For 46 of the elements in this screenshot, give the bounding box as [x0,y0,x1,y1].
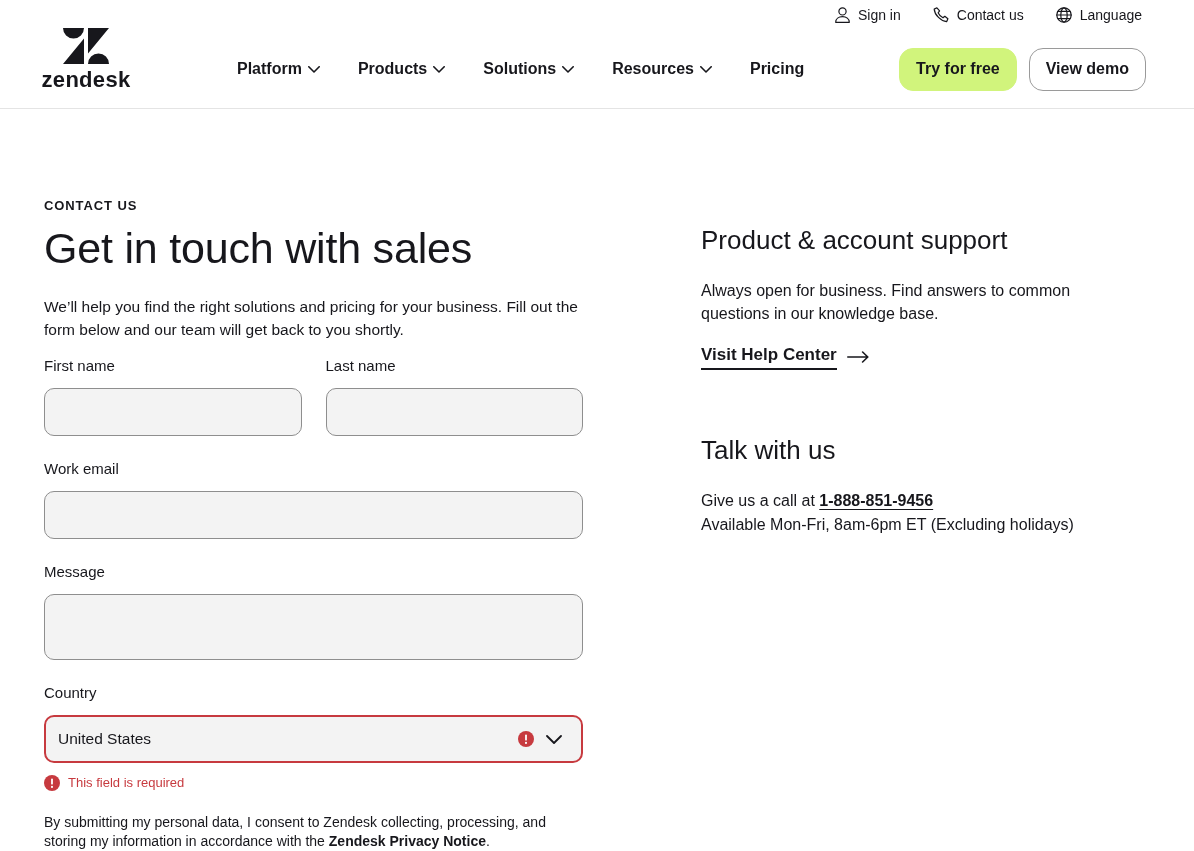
try-free-button[interactable]: Try for free [899,47,1017,91]
field-label: Message [44,562,105,582]
section-heading: Product & account support [701,224,1008,256]
page-title: Get in touch with sales [44,223,472,274]
support-text: Always open for business. Find answers to common questions in our knowledge base. [701,281,1072,324]
chevron-down-icon [433,65,446,73]
consent-text: By submitting my personal data, I consent to Zendesk collecting, processing, and storing my information in accordance with the Zendesk Privacy Notice. [44,813,547,850]
logo-wordmark[interactable]: zendesk [41,69,131,91]
nav-menu-link[interactable]: Platform [237,59,320,79]
nav-menu-link[interactable]: Products [357,59,446,79]
error-icon [44,775,60,791]
error-icon [518,731,534,747]
call-text: Give us a call at 1-888-851-9456 [701,491,934,511]
demo-button[interactable]: View demo [1028,47,1146,91]
phone-link[interactable]: 1-888-851-9456 [819,492,934,509]
chevron-down-icon [307,65,320,73]
nav-menu-link[interactable]: Resources [612,59,712,79]
error-message: This field is required [68,774,185,792]
field-label: First name [44,356,115,376]
chevron-down-icon [546,734,562,744]
section-heading: Talk with us [701,434,836,466]
logo-icon[interactable] [63,28,109,64]
phone-icon [932,7,949,23]
utility-link[interactable]: Sign in [834,6,901,24]
field-label: Last name [325,356,396,376]
eyebrow-text: CONTACT US [44,198,138,214]
globe-icon [1055,7,1072,23]
input-field[interactable] [44,388,302,436]
utility-link[interactable]: Language [1055,6,1142,24]
field-label: Work email [44,459,119,479]
input-field[interactable] [325,388,583,436]
textarea-field[interactable] [44,594,583,660]
chevron-down-icon [562,65,575,73]
user-icon [834,7,850,23]
arrow-right-icon [846,351,869,363]
privacy-notice-link[interactable]: Zendesk Privacy Notice [328,832,486,849]
nav-link[interactable]: Pricing [749,59,805,79]
help-center-link[interactable]: Visit Help Center [701,344,837,370]
chevron-down-icon [699,65,712,73]
intro-text: We’ll help you find the right solutions and pricing for your business. Fill out the form below and our team will get back to you shortly. [44,297,579,340]
nav-menu-link[interactable]: Solutions [483,59,575,79]
hours-text: Available Mon-Fri, 8am-6pm ET (Excluding holidays) [701,515,1074,535]
input-field[interactable] [44,491,583,539]
select-field[interactable]: United States [44,715,583,763]
utility-link[interactable]: Contact us [932,6,1024,24]
field-label: Country [44,683,97,703]
